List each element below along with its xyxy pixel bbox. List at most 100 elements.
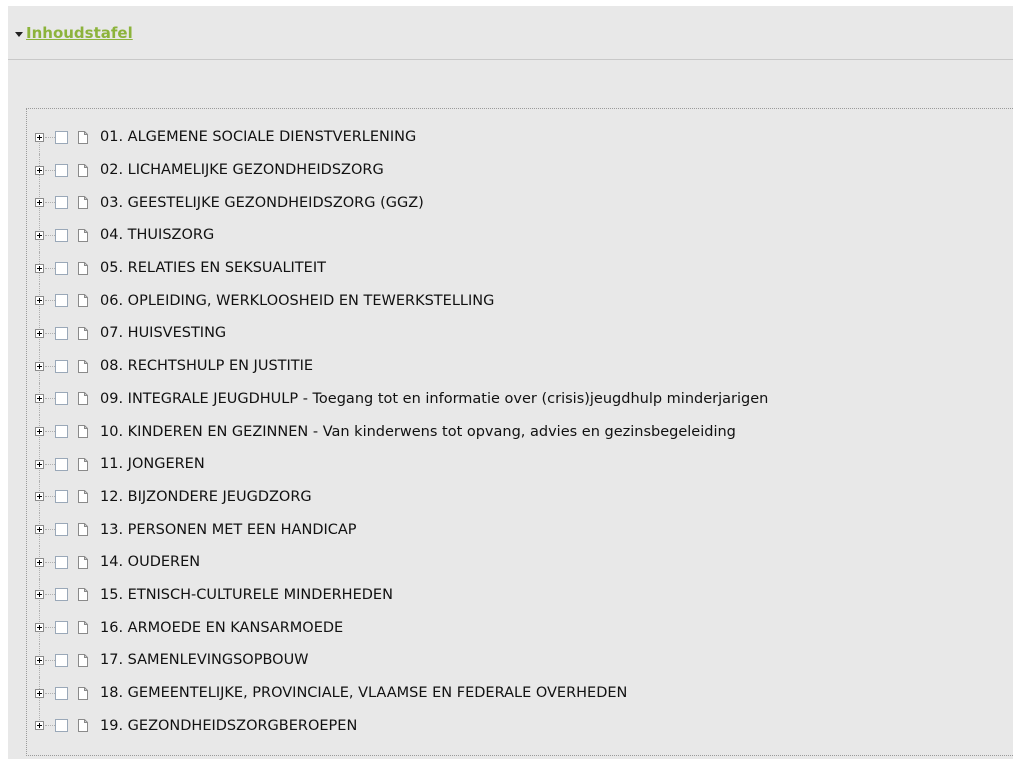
tree-item-label[interactable]: 09. INTEGRALE JEUGDHULP - Toegang tot en…: [100, 391, 768, 407]
expand-plus-icon[interactable]: [35, 557, 44, 567]
tree-item-label[interactable]: 16. ARMOEDE EN KANSARMOEDE: [100, 620, 343, 636]
tree-item-checkbox[interactable]: [55, 294, 68, 308]
tree-item-label[interactable]: 08. RECHTSHULP EN JUSTITIE: [100, 358, 313, 374]
tree-item-checkbox[interactable]: [55, 588, 68, 602]
tree-item[interactable]: 07. HUISVESTING: [27, 317, 1013, 350]
tree-connector: [45, 594, 55, 596]
tree-connector: [45, 136, 55, 138]
tree-item-label[interactable]: 05. RELATIES EN SEKSUALITEIT: [100, 260, 326, 276]
tree-item-checkbox[interactable]: [55, 228, 68, 242]
tree-connector: [45, 300, 55, 302]
expand-plus-icon[interactable]: [35, 655, 44, 665]
caret-down-icon[interactable]: [15, 32, 23, 37]
tree-item-checkbox[interactable]: [55, 261, 68, 275]
tree-item[interactable]: 13. PERSONEN MET EEN HANDICAP: [27, 513, 1013, 546]
tree-item[interactable]: 18. GEMEENTELIJKE, PROVINCIALE, VLAAMSE …: [27, 676, 1013, 710]
tree-item-label[interactable]: 15. ETNISCH-CULTURELE MINDERHEDEN: [100, 587, 393, 603]
tree-view: 01. ALGEMENE SOCIALE DIENSTVERLENING 02. …: [26, 108, 1013, 756]
tree-item[interactable]: 08. RECHTSHULP EN JUSTITIE: [27, 349, 1013, 383]
document-icon: [78, 163, 88, 177]
expand-plus-icon[interactable]: [35, 165, 44, 175]
tree-item[interactable]: 03. GEESTELIJKE GEZONDHEIDSZORG (GGZ): [27, 186, 1013, 219]
tree-item-checkbox[interactable]: [55, 130, 68, 144]
tree-item[interactable]: 01. ALGEMENE SOCIALE DIENSTVERLENING: [27, 121, 1013, 154]
tree-item-label[interactable]: 12. BIJZONDERE JEUGDZORG: [100, 489, 312, 505]
tree-item-checkbox[interactable]: [55, 326, 68, 340]
tree-item-checkbox[interactable]: [55, 163, 68, 177]
toc-toggle-link[interactable]: Inhoudstafel: [26, 24, 133, 42]
tree-item-label[interactable]: 13. PERSONEN MET EEN HANDICAP: [100, 522, 357, 538]
tree-item[interactable]: 06. OPLEIDING, WERKLOOSHEID EN TEWERKSTE…: [27, 284, 1013, 317]
tree-item[interactable]: 09. INTEGRALE JEUGDHULP - Toegang tot en…: [27, 382, 1013, 416]
expand-plus-icon[interactable]: [35, 394, 44, 404]
tree-item-checkbox[interactable]: [55, 196, 68, 210]
tree-item-checkbox[interactable]: [55, 555, 68, 569]
expand-plus-icon[interactable]: [35, 525, 44, 535]
tree-item-checkbox[interactable]: [55, 392, 68, 406]
tree-item[interactable]: 05. RELATIES EN SEKSUALITEIT: [27, 251, 1013, 285]
tree-connector: [45, 659, 55, 661]
tree-item-checkbox[interactable]: [55, 621, 68, 635]
expand-plus-icon[interactable]: [35, 590, 44, 600]
document-icon: [78, 359, 88, 373]
tree-item-checkbox[interactable]: [55, 653, 68, 667]
tree-connector: [45, 267, 55, 269]
tree-connector: [45, 529, 55, 531]
tree-item-label[interactable]: 04. THUISZORG: [100, 227, 214, 243]
expand-plus-icon[interactable]: [35, 623, 44, 633]
tree-item-checkbox[interactable]: [55, 719, 68, 733]
tree-item-checkbox[interactable]: [55, 457, 68, 471]
tree-item[interactable]: 15. ETNISCH-CULTURELE MINDERHEDEN: [27, 578, 1013, 612]
expand-plus-icon[interactable]: [35, 459, 44, 469]
document-icon: [78, 653, 88, 667]
document-icon: [78, 621, 88, 635]
tree-item-label[interactable]: 11. JONGEREN: [100, 456, 205, 472]
tree-item-label[interactable]: 10. KINDEREN EN GEZINNEN - Van kinderwen…: [100, 424, 736, 440]
document-icon: [78, 555, 88, 569]
expand-plus-icon[interactable]: [35, 361, 44, 371]
tree-item[interactable]: 17. SAMENLEVINGSOPBOUW: [27, 644, 1013, 677]
tree-item-checkbox[interactable]: [55, 686, 68, 700]
tree-item-label[interactable]: 06. OPLEIDING, WERKLOOSHEID EN TEWERKSTE…: [100, 293, 494, 309]
tree-item-label[interactable]: 14. OUDEREN: [100, 554, 200, 570]
tree-item-checkbox[interactable]: [55, 523, 68, 537]
expand-plus-icon[interactable]: [35, 296, 44, 306]
document-icon: [78, 326, 88, 340]
tree-item[interactable]: 04. THUISZORG: [27, 219, 1013, 252]
tree-connector: [45, 234, 55, 236]
tree-item-label[interactable]: 18. GEMEENTELIJKE, PROVINCIALE, VLAAMSE …: [100, 685, 627, 701]
tree-item-checkbox[interactable]: [55, 359, 68, 373]
tree-item[interactable]: 02. LICHAMELIJKE GEZONDHEIDSZORG: [27, 153, 1013, 187]
expand-plus-icon[interactable]: [35, 132, 44, 142]
expand-plus-icon[interactable]: [35, 492, 44, 502]
expand-plus-icon[interactable]: [35, 263, 44, 273]
tree-item-label[interactable]: 03. GEESTELIJKE GEZONDHEIDSZORG (GGZ): [100, 195, 424, 211]
document-icon: [78, 457, 88, 471]
tree-connector: [45, 463, 55, 465]
tree-item[interactable]: 10. KINDEREN EN GEZINNEN - Van kinderwen…: [27, 415, 1013, 448]
tree-connector: [45, 725, 55, 727]
document-icon: [78, 490, 88, 504]
tree-list: 01. ALGEMENE SOCIALE DIENSTVERLENING 02. …: [27, 121, 1013, 742]
tree-item-label[interactable]: 07. HUISVESTING: [100, 325, 226, 341]
tree-item[interactable]: 12. BIJZONDERE JEUGDZORG: [27, 480, 1013, 514]
tree-item-label[interactable]: 01. ALGEMENE SOCIALE DIENSTVERLENING: [100, 129, 416, 145]
expand-plus-icon[interactable]: [35, 230, 44, 240]
expand-plus-icon[interactable]: [35, 198, 44, 208]
tree-connector: [45, 169, 55, 171]
tree-item-label[interactable]: 02. LICHAMELIJKE GEZONDHEIDSZORG: [100, 162, 384, 178]
expand-plus-icon[interactable]: [35, 427, 44, 437]
document-icon: [78, 392, 88, 406]
expand-plus-icon[interactable]: [35, 328, 44, 338]
expand-plus-icon[interactable]: [35, 721, 44, 731]
tree-item-label[interactable]: 17. SAMENLEVINGSOPBOUW: [100, 652, 309, 668]
tree-item-checkbox[interactable]: [55, 425, 68, 439]
tree-item-checkbox[interactable]: [55, 490, 68, 504]
tree-item[interactable]: 14. OUDEREN: [27, 545, 1013, 579]
expand-plus-icon[interactable]: [35, 688, 44, 698]
tree-item[interactable]: 19. GEZONDHEIDSZORGBEROEPEN: [27, 709, 1013, 742]
tree-item-label[interactable]: 19. GEZONDHEIDSZORGBEROEPEN: [100, 718, 357, 734]
tree-item[interactable]: 16. ARMOEDE EN KANSARMOEDE: [27, 611, 1013, 644]
tree-item[interactable]: 11. JONGEREN: [27, 447, 1013, 481]
tree-connector: [45, 365, 55, 367]
